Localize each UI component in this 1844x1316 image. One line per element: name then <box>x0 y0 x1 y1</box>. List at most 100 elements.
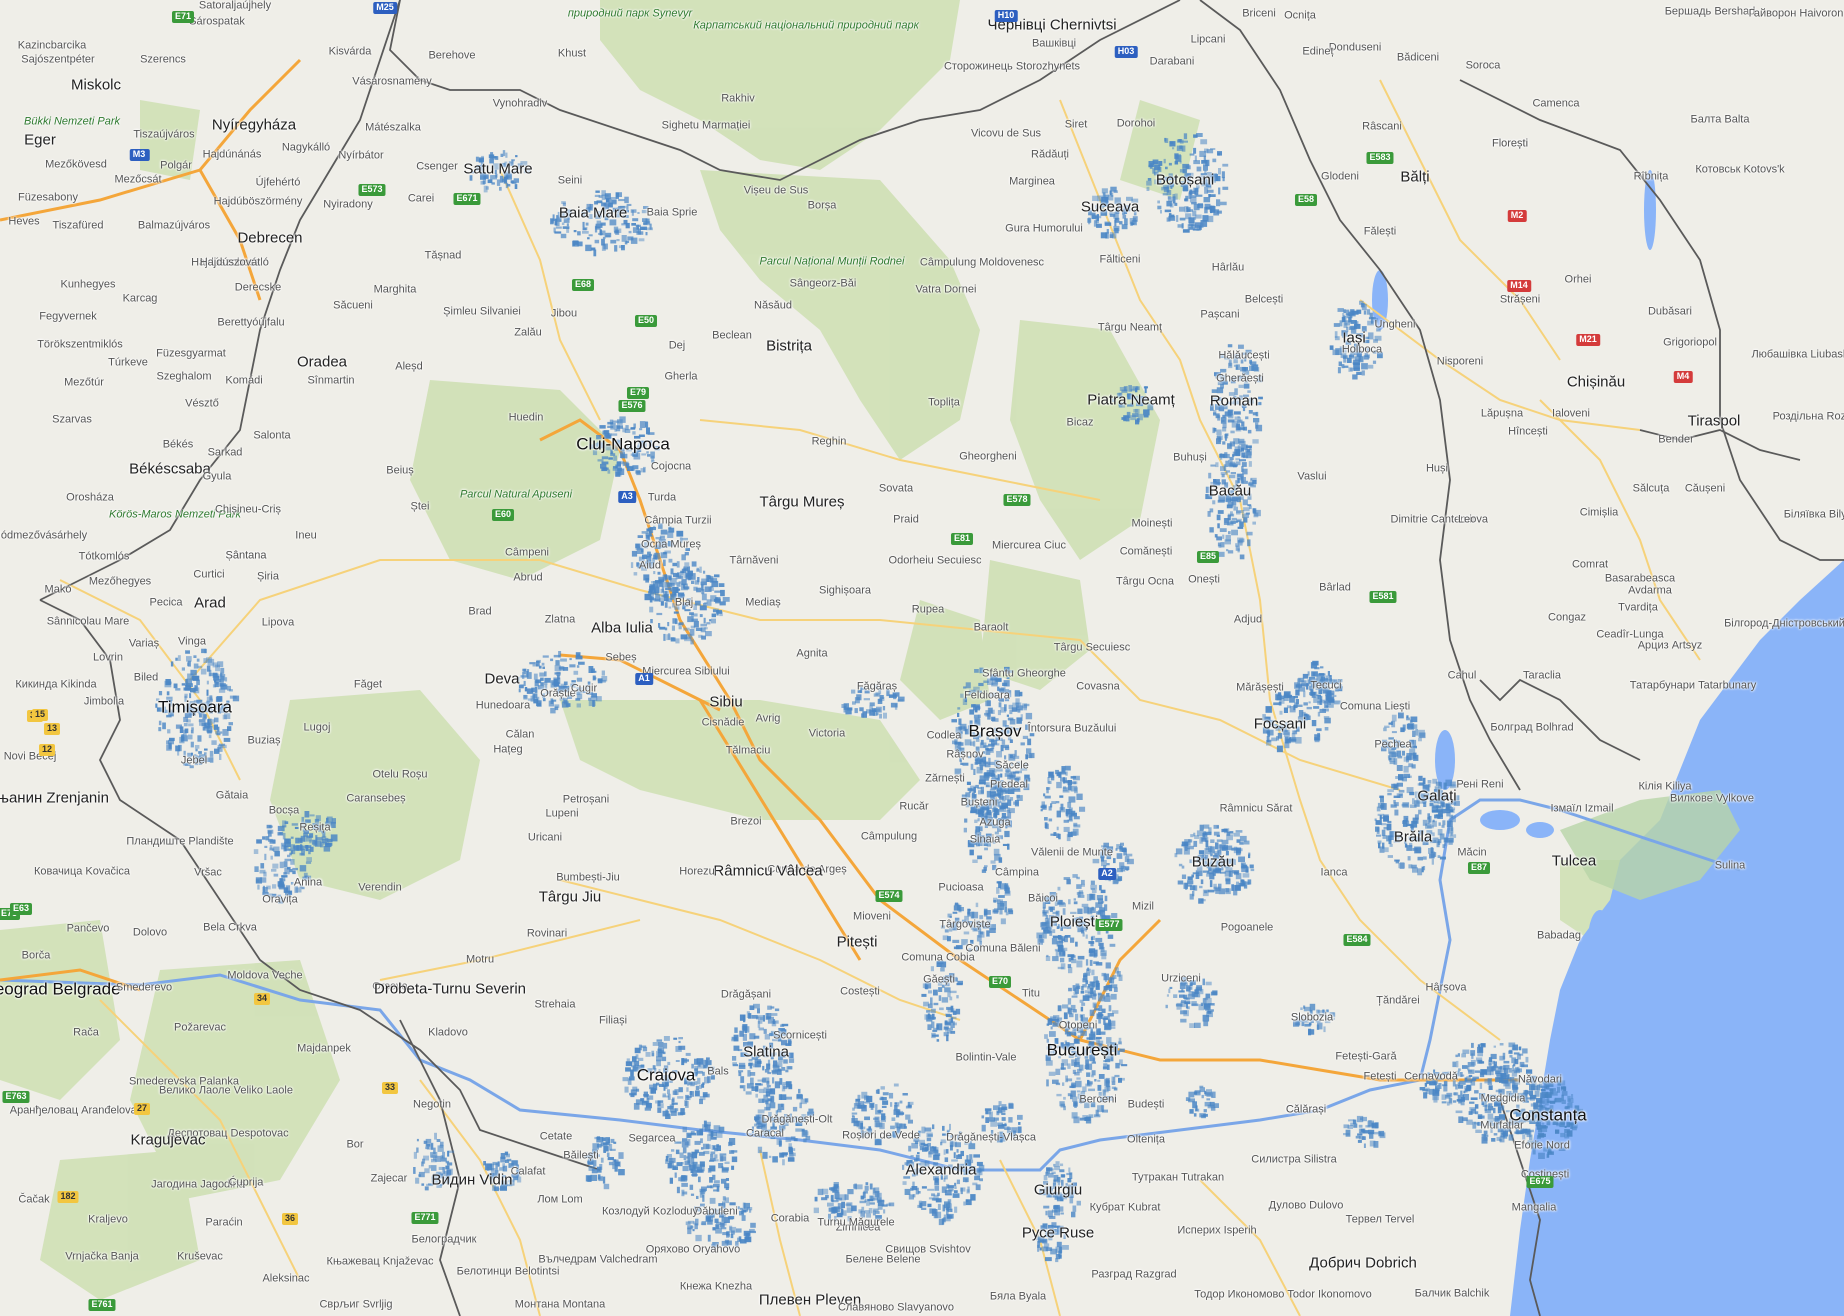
coverage-cell <box>1063 786 1067 789</box>
coverage-cell <box>863 698 870 701</box>
coverage-cell <box>745 1091 752 1095</box>
coverage-cell <box>732 1064 739 1067</box>
coverage-cell <box>272 863 279 869</box>
coverage-cell <box>830 1207 836 1214</box>
coverage-cell <box>550 218 554 225</box>
coverage-cell <box>1209 194 1216 197</box>
coverage-cell <box>311 839 317 845</box>
coverage-cell <box>268 838 273 842</box>
coverage-cell <box>788 1058 795 1063</box>
coverage-cell <box>715 1228 722 1234</box>
coverage-cell <box>1212 427 1216 434</box>
coverage-cell <box>601 1137 606 1142</box>
coverage-cell <box>682 1059 689 1062</box>
coverage-cell <box>299 865 307 872</box>
coverage-cell <box>1103 1015 1110 1020</box>
coverage-cell <box>1130 415 1137 421</box>
coverage-cell <box>954 1186 957 1189</box>
map-view[interactable]: Satoraljaújhely Sárospatak Kazincbarcika Sa… <box>0 0 1844 1316</box>
coverage-cell <box>1196 830 1204 837</box>
coverage-cell <box>952 939 960 943</box>
coverage-cell <box>926 1132 933 1138</box>
coverage-cell <box>997 710 1001 716</box>
coverage-cell <box>1061 947 1068 952</box>
coverage-cell <box>915 1187 919 1195</box>
coverage-cell <box>691 561 697 567</box>
coverage-cell <box>1091 1061 1096 1064</box>
coverage-cell <box>1515 1067 1518 1070</box>
coverage-cell <box>1157 200 1160 204</box>
coverage-cell <box>309 846 314 852</box>
coverage-cell <box>1177 880 1184 885</box>
coverage-cell <box>1471 1053 1474 1059</box>
coverage-cell <box>730 1234 734 1239</box>
coverage-cell <box>542 655 549 658</box>
coverage-cell <box>944 987 951 993</box>
coverage-cell <box>882 706 886 711</box>
coverage-cell <box>1133 409 1138 413</box>
coverage-cell <box>954 902 959 906</box>
coverage-cell <box>1303 702 1308 706</box>
coverage-cell <box>425 1138 432 1144</box>
coverage-cell <box>436 1139 441 1142</box>
coverage-cell <box>873 693 880 697</box>
coverage-cell <box>879 1097 884 1101</box>
coverage-cell <box>560 658 567 662</box>
coverage-cell <box>605 232 612 238</box>
coverage-cell <box>505 1153 510 1158</box>
coverage-cell <box>1233 506 1238 511</box>
coverage-cell <box>937 1203 941 1210</box>
coverage-cell <box>632 218 639 222</box>
coverage-cell <box>1455 1054 1458 1058</box>
coverage-cell <box>1068 1167 1071 1173</box>
coverage-cell <box>942 1125 945 1131</box>
coverage-cell <box>941 997 949 1003</box>
coverage-cell <box>1456 1060 1459 1068</box>
coverage-cell <box>657 1100 664 1103</box>
coverage-cell <box>725 1187 729 1190</box>
coverage-cell <box>1055 801 1060 804</box>
coverage-cell <box>1039 1247 1042 1251</box>
coverage-cell <box>1353 367 1360 371</box>
coverage-cell <box>1200 139 1208 145</box>
coverage-cell <box>1068 957 1072 962</box>
coverage-cell <box>991 709 995 714</box>
coverage-cell <box>685 1052 691 1056</box>
coverage-cell <box>762 1151 768 1159</box>
coverage-cell <box>652 1083 658 1091</box>
coverage-cell <box>522 671 525 679</box>
coverage-cell <box>431 1155 438 1158</box>
coverage-cell <box>781 1067 786 1071</box>
coverage-cell <box>1205 993 1211 999</box>
coverage-cell <box>1098 942 1101 946</box>
coverage-cell <box>1493 1107 1496 1114</box>
coverage-cell <box>1255 424 1263 432</box>
coverage-cell <box>721 1178 727 1184</box>
coverage-cell <box>294 826 299 829</box>
coverage-cell <box>223 737 231 742</box>
coverage-cell <box>1343 322 1348 328</box>
coverage-cell <box>1229 456 1234 460</box>
coverage-cell <box>618 245 625 249</box>
coverage-cell <box>1265 706 1272 713</box>
coverage-cell <box>785 1096 792 1100</box>
coverage-cell <box>1169 986 1173 989</box>
coverage-cell <box>703 602 707 606</box>
coverage-cell <box>1193 832 1196 837</box>
coverage-cell <box>212 719 215 724</box>
coverage-cell <box>660 601 664 606</box>
coverage-cell <box>621 235 627 242</box>
coverage-cell <box>698 634 703 638</box>
coverage-cell <box>588 234 593 237</box>
coverage-cell <box>1147 178 1152 181</box>
coverage-cell <box>1536 1097 1543 1103</box>
coverage-cell <box>1234 884 1241 891</box>
coverage-cell <box>787 1066 793 1070</box>
coverage-cell <box>219 753 222 760</box>
coverage-cell <box>1097 992 1102 996</box>
coverage-cell <box>629 1092 636 1096</box>
coverage-cell <box>965 682 971 689</box>
coverage-cell <box>228 722 233 726</box>
coverage-cell <box>656 612 663 616</box>
coverage-cell <box>483 185 488 193</box>
